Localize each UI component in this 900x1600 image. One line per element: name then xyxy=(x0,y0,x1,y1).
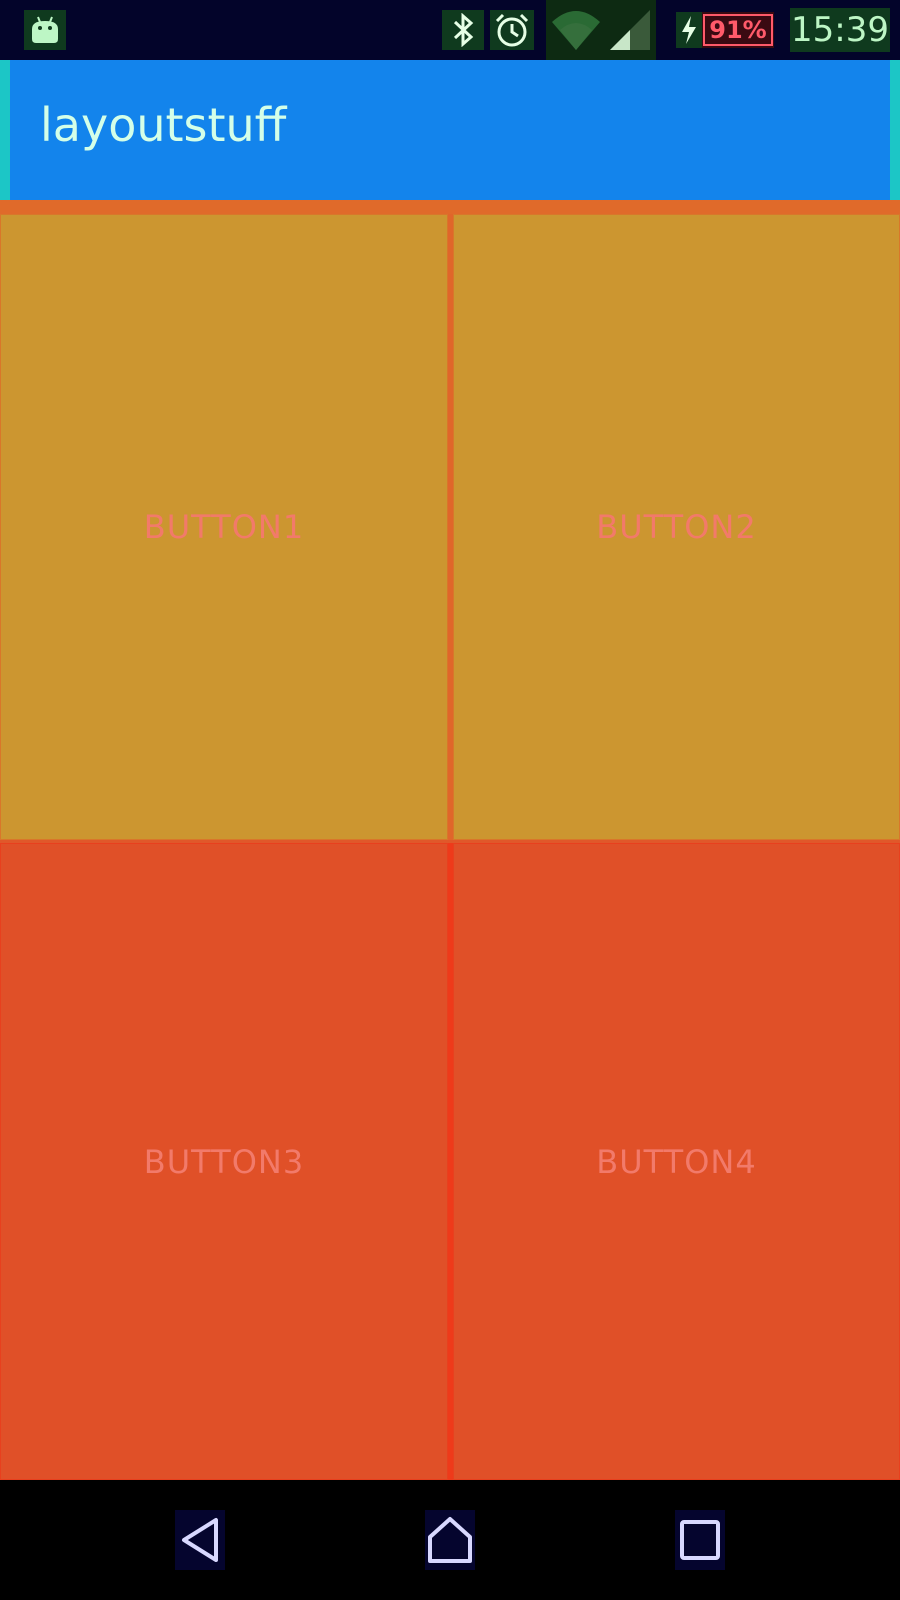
back-button[interactable] xyxy=(175,1510,225,1570)
button-2[interactable]: BUTTON2 xyxy=(453,214,900,840)
button-2-label: BUTTON2 xyxy=(596,508,757,546)
home-button[interactable] xyxy=(425,1510,475,1570)
button-3-label: BUTTON3 xyxy=(143,1142,305,1181)
clock: 15:39 xyxy=(790,8,890,52)
battery-level: 91% xyxy=(703,14,773,46)
charging-icon xyxy=(676,12,702,48)
battery-indicator: 91% xyxy=(702,12,774,48)
button-4-label: BUTTON4 xyxy=(596,1142,757,1181)
back-icon xyxy=(182,1518,218,1562)
status-bar: 91% 15:39 xyxy=(0,0,900,60)
android-icon xyxy=(24,10,66,50)
wifi-icon xyxy=(552,11,600,50)
button-3[interactable]: BUTTON3 xyxy=(0,843,448,1480)
screen: 91% 15:39 layoutstuff BUTTON1 BUTTON2 BU… xyxy=(0,0,900,1600)
signal-icon xyxy=(610,10,650,50)
alarm-icon xyxy=(490,10,534,50)
button-4[interactable]: BUTTON4 xyxy=(453,843,900,1480)
divider-vertical-bottom xyxy=(448,843,453,1480)
button-1[interactable]: BUTTON1 xyxy=(0,214,448,840)
network-status xyxy=(546,0,656,60)
home-icon xyxy=(428,1517,472,1563)
divider-horizontal xyxy=(0,840,900,843)
app-bar-container: layoutstuff xyxy=(0,60,900,200)
divider-vertical-top xyxy=(448,214,453,840)
app-bar-shadow xyxy=(0,200,900,214)
bluetooth-icon xyxy=(442,10,484,50)
recent-apps-button[interactable] xyxy=(675,1510,725,1570)
navigation-bar xyxy=(0,1480,900,1600)
app-title: layoutstuff xyxy=(40,98,287,152)
button-1-label: BUTTON1 xyxy=(143,508,305,546)
recent-apps-icon xyxy=(680,1520,720,1560)
app-bar: layoutstuff xyxy=(10,60,890,200)
